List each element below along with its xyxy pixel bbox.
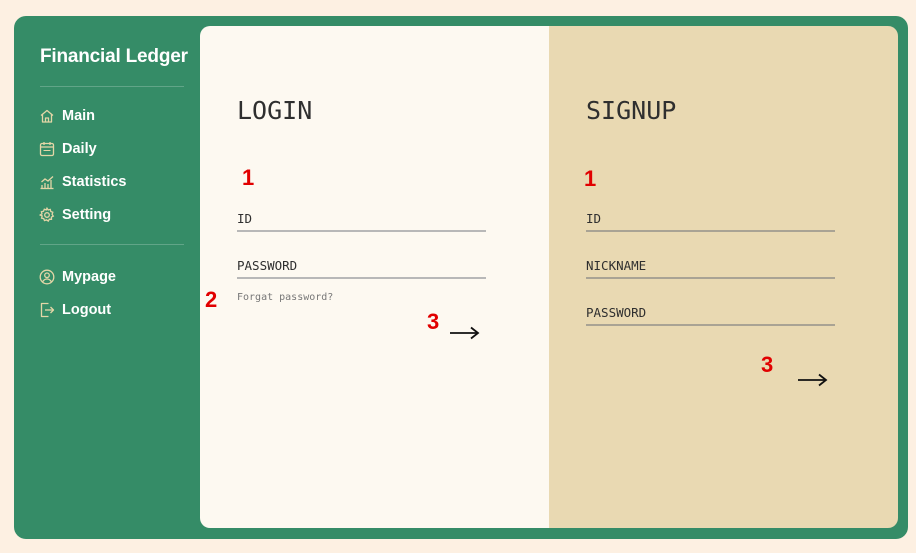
signup-nickname-field	[586, 253, 835, 279]
sidebar-divider	[40, 244, 184, 245]
chart-icon	[39, 174, 55, 190]
login-title: LOGIN	[237, 96, 313, 125]
sidebar-item-label: Daily	[62, 141, 97, 157]
signup-id-input[interactable]	[586, 206, 835, 230]
app-window: Financial Ledger Main Daily Statistics S	[14, 16, 908, 539]
sidebar-divider	[40, 86, 184, 87]
login-submit-button[interactable]	[448, 324, 482, 342]
logout-icon	[39, 302, 55, 318]
login-password-field	[237, 253, 486, 279]
sidebar-item-label: Statistics	[62, 174, 127, 190]
calendar-icon	[39, 141, 55, 157]
annotation-marker: 2	[205, 287, 218, 312]
sidebar-item-daily[interactable]: Daily	[39, 137, 97, 161]
annotation-marker: 3	[761, 352, 774, 377]
user-icon	[39, 269, 55, 285]
sidebar-item-label: Main	[62, 108, 96, 124]
annotation-marker: 3	[427, 309, 440, 334]
sidebar-item-statistics[interactable]: Statistics	[39, 170, 126, 194]
sidebar-item-mypage[interactable]: Mypage	[39, 265, 116, 289]
sidebar-item-setting[interactable]: Setting	[39, 203, 111, 227]
sidebar-item-label: Mypage	[62, 269, 116, 285]
signup-panel: SIGNUP 1 3	[549, 26, 898, 528]
forgot-password-link[interactable]: Forgat password?	[237, 292, 333, 303]
signup-password-input[interactable]	[586, 300, 835, 324]
signup-submit-button[interactable]	[796, 371, 830, 389]
login-id-field	[237, 206, 486, 232]
login-id-input[interactable]	[237, 206, 486, 230]
arrow-right-icon	[450, 326, 480, 340]
signup-title: SIGNUP	[586, 96, 677, 125]
sidebar-item-logout[interactable]: Logout	[39, 298, 111, 322]
annotation-marker: 1	[584, 166, 597, 191]
sidebar-item-label: Setting	[62, 207, 112, 223]
signup-password-field	[586, 300, 835, 326]
signup-nickname-input[interactable]	[586, 253, 835, 277]
login-password-input[interactable]	[237, 253, 486, 277]
home-icon	[39, 108, 55, 124]
sidebar: Financial Ledger Main Daily Statistics S	[14, 16, 200, 539]
sidebar-item-main[interactable]: Main	[39, 104, 95, 128]
auth-content: LOGIN 1 2 Forgat password? 3 SIGNUP 1	[200, 26, 898, 528]
login-panel: LOGIN 1 2 Forgat password? 3	[200, 26, 549, 528]
gear-icon	[39, 207, 55, 223]
annotation-marker: 1	[242, 165, 255, 190]
signup-id-field	[586, 206, 835, 232]
arrow-right-icon	[798, 373, 828, 387]
sidebar-item-label: Logout	[62, 302, 112, 318]
app-title: Financial Ledger	[40, 46, 188, 67]
